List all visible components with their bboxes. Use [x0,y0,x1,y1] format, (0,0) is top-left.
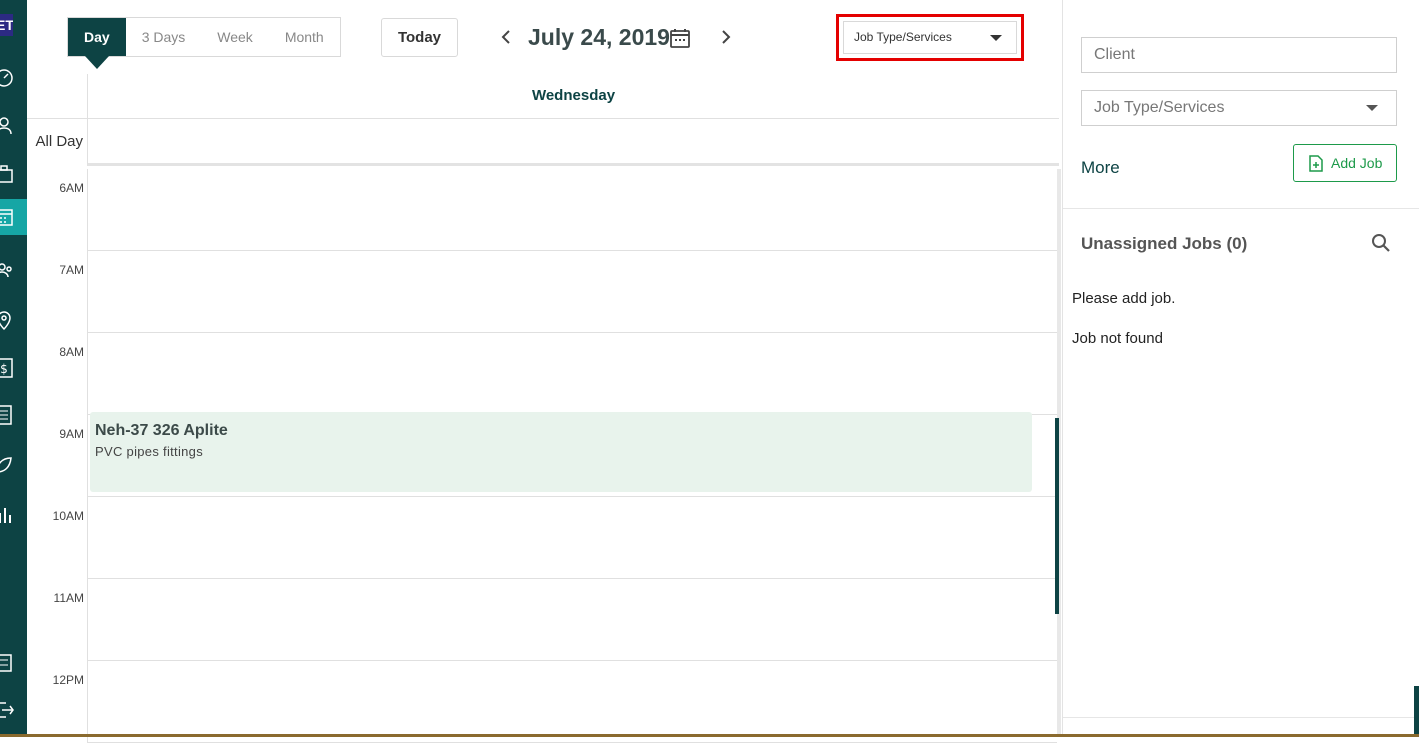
time-slot[interactable] [87,333,1057,415]
hour-label: 6AM [59,181,84,195]
time-slot[interactable] [87,251,1057,333]
caret-down-icon [1366,105,1378,111]
day-column-header: Wednesday [87,74,1059,119]
date-picker-icon[interactable] [669,27,691,49]
chevron-left-icon[interactable] [497,26,515,48]
calendar-scrollbar[interactable] [1055,418,1059,614]
hour-row: 8AM [27,333,1057,415]
add-job-button[interactable]: Add Job [1293,144,1397,182]
job-not-found-message: Job not found [1072,330,1163,347]
please-add-job-message: Please add job. [1072,290,1176,307]
time-slot[interactable] [87,661,1057,743]
briefcase-icon[interactable] [0,156,27,192]
current-date-title: July 24, 2019 [528,24,670,50]
calendar-icon[interactable] [0,199,27,235]
more-link[interactable]: More [1081,158,1120,178]
client-input[interactable]: Client [1081,37,1397,73]
view-3days-button[interactable]: 3 Days [126,18,202,56]
dollar-icon[interactable]: $ [0,350,27,386]
map-pin-icon[interactable] [0,302,27,338]
hour-label: 10AM [52,509,84,523]
calendar-toolbar: Day 3 Days Week Month Today July 24, 201… [27,0,1063,74]
job-type-select-label: Job Type/Services [1094,99,1225,116]
chevron-right-icon[interactable] [717,26,735,48]
hour-row: 11AM [27,579,1057,661]
dashboard-icon[interactable] [0,60,27,96]
hour-label: 11AM [53,591,84,605]
job-type-select[interactable]: Job Type/Services [1081,90,1397,126]
hour-row: 6AM [27,169,1057,251]
view-week-button[interactable]: Week [201,18,269,56]
hour-label: 9AM [59,427,84,441]
job-event-subtitle: PVC pipes fittings [95,444,204,459]
view-day-button[interactable]: Day [68,18,126,69]
add-job-label: Add Job [1331,155,1383,171]
right-panel: Client Job Type/Services More Add Job Un… [1062,0,1419,737]
svg-text:$: $ [0,362,8,376]
unassigned-jobs-title: Unassigned Jobs (0) [1081,234,1248,253]
add-document-icon [1309,155,1323,172]
panel-scroll-edge [1414,686,1419,737]
all-day-label: All Day [35,133,83,150]
leaf-icon[interactable] [0,446,27,482]
hour-label: 12PM [52,673,84,687]
job-event[interactable]: Neh-37 326 Aplite PVC pipes fittings [90,412,1032,492]
settings-list-icon[interactable] [0,645,27,681]
app-logo[interactable]: ET [0,14,13,36]
view-switcher: Day 3 Days Week Month [67,17,341,69]
today-button[interactable]: Today [381,18,458,57]
job-type-filter-label: Job Type/Services [854,30,952,44]
caret-down-icon [990,35,1002,41]
job-type-filter-dropdown[interactable]: Job Type/Services [843,21,1017,54]
bar-chart-icon[interactable] [0,496,27,532]
hour-row: 12PM [27,661,1057,743]
panel-divider [1063,208,1419,209]
hour-label: 8AM [59,345,84,359]
day-calendar: Wednesday All Day 6AM 7AM 8AM 9AM 10AM 1… [27,74,1061,743]
highlight-box: Job Type/Services [836,14,1024,61]
hour-label: 7AM [59,263,84,277]
hour-row: 10AM [27,497,1057,579]
time-slot[interactable] [87,579,1057,661]
time-slot[interactable] [87,169,1057,251]
time-slot[interactable] [87,497,1057,579]
panel-bottom-divider [1063,717,1419,718]
left-nav-rail: ET $ [0,0,27,737]
logout-icon[interactable] [0,692,27,728]
header-corner [27,74,87,119]
person-icon[interactable] [0,108,27,144]
search-icon[interactable] [1370,232,1392,254]
team-icon[interactable] [0,252,27,288]
job-event-title: Neh-37 326 Aplite [95,422,228,439]
all-day-slot[interactable] [87,119,1059,166]
view-month-button[interactable]: Month [269,18,340,56]
document-icon[interactable] [0,397,27,433]
hour-row: 7AM [27,251,1057,333]
